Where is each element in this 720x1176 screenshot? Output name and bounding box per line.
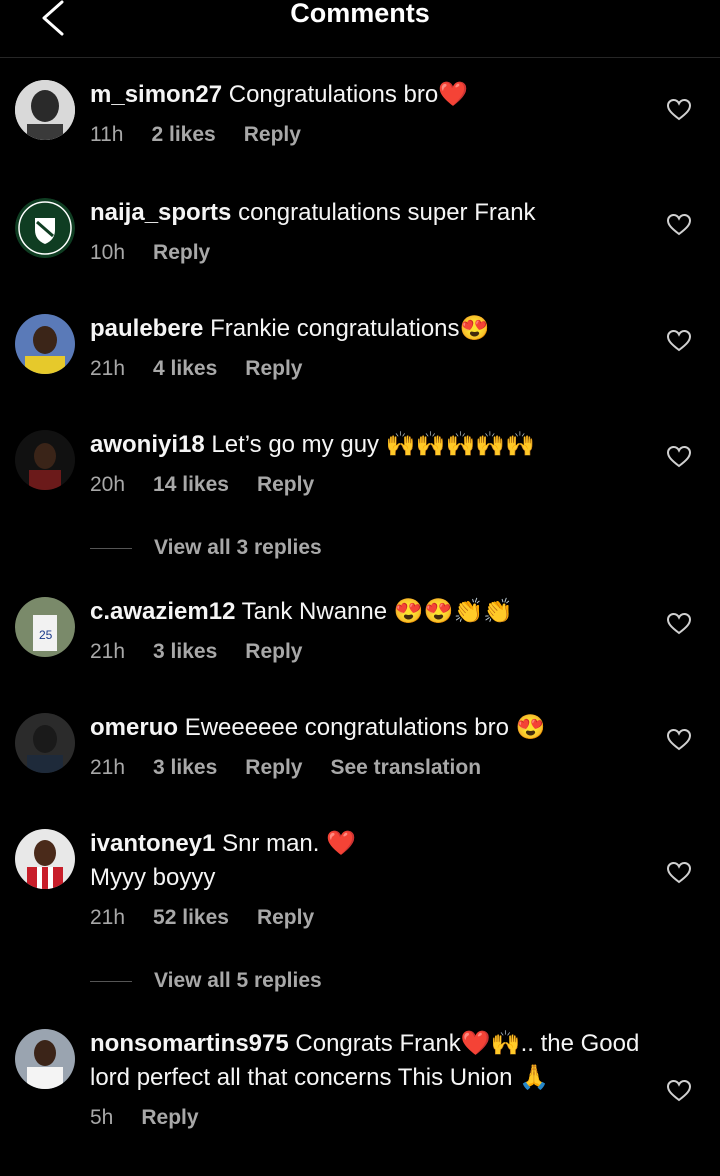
reply-button[interactable]: Reply xyxy=(245,357,302,380)
comment-text-line-2: Myyy boyyy xyxy=(90,864,216,891)
reply-button[interactable]: Reply xyxy=(257,906,314,929)
avatar[interactable]: 25 xyxy=(15,597,75,657)
avatar[interactable] xyxy=(15,314,75,374)
like-heart-icon[interactable] xyxy=(667,729,691,751)
view-replies-label[interactable]: View all 5 replies xyxy=(154,969,322,992)
comment-text: paulebere Frankie congratulations😍 xyxy=(90,312,650,346)
comment-time: 21h xyxy=(90,906,126,929)
view-replies-button[interactable]: View all 5 replies xyxy=(90,966,322,996)
comment-time: 21h xyxy=(90,357,126,380)
comment-username[interactable]: omeruo xyxy=(90,714,178,741)
like-heart-icon[interactable] xyxy=(667,330,691,352)
comment-username[interactable]: c.awaziem12 xyxy=(90,598,235,625)
comment-time: 21h xyxy=(90,640,126,663)
reply-button[interactable]: Reply xyxy=(257,473,314,496)
reply-button[interactable]: Reply xyxy=(141,1106,198,1129)
comment-text: awoniyi18 Let’s go my guy 🙌🙌🙌🙌🙌 xyxy=(90,428,650,462)
see-translation-button[interactable]: See translation xyxy=(330,756,481,779)
comment-body: congratulations super Frank xyxy=(238,199,536,226)
comment-username[interactable]: paulebere xyxy=(90,315,203,342)
comment-username[interactable]: nonsomartins975 xyxy=(90,1030,289,1057)
likes-count[interactable]: 3 likes xyxy=(153,756,217,779)
comment-text: m_simon27 Congratulations bro❤️ xyxy=(90,78,650,112)
comment-username[interactable]: naija_sports xyxy=(90,199,231,226)
comment-text: nonsomartins975 Congrats Frank❤️🙌.. the … xyxy=(90,1027,650,1095)
comment-body: Eweeeeee congratulations bro 😍 xyxy=(184,714,546,741)
avatar[interactable] xyxy=(15,829,75,889)
likes-count[interactable]: 14 likes xyxy=(153,473,229,496)
page-title: Comments xyxy=(290,0,430,28)
avatar[interactable] xyxy=(15,198,75,258)
reply-button[interactable]: Reply xyxy=(245,640,302,663)
comment-text: c.awaziem12 Tank Nwanne 😍😍👏👏 xyxy=(90,595,650,629)
replies-divider xyxy=(90,547,132,549)
avatar[interactable] xyxy=(15,713,75,773)
reply-button[interactable]: Reply xyxy=(244,123,301,146)
likes-count[interactable]: 2 likes xyxy=(151,123,215,146)
header-bar: Comments xyxy=(0,0,720,58)
comment-time: 5h xyxy=(90,1106,114,1129)
comment-time: 10h xyxy=(90,241,126,264)
comment-username[interactable]: ivantoney1 xyxy=(90,830,215,857)
comment-body: Tank Nwanne 😍😍👏👏 xyxy=(241,598,514,625)
svg-text:25: 25 xyxy=(39,628,53,642)
comment-time: 21h xyxy=(90,756,126,779)
comment-body: Congratulations bro❤️ xyxy=(228,81,469,108)
reply-button[interactable]: Reply xyxy=(153,241,210,264)
comment-text: omeruo Eweeeeee congratulations bro 😍 xyxy=(90,711,650,745)
like-heart-icon[interactable] xyxy=(667,862,691,884)
view-replies-label[interactable]: View all 3 replies xyxy=(154,536,322,559)
avatar[interactable] xyxy=(15,430,75,490)
comment-username[interactable]: awoniyi18 xyxy=(90,431,205,458)
likes-count[interactable]: 3 likes xyxy=(153,640,217,663)
like-heart-icon[interactable] xyxy=(667,99,691,121)
comment-time: 11h xyxy=(90,123,124,146)
comment-text: naija_sports congratulations super Frank xyxy=(90,196,650,230)
like-heart-icon[interactable] xyxy=(667,446,691,468)
likes-count[interactable]: 52 likes xyxy=(153,906,229,929)
avatar[interactable] xyxy=(15,1029,75,1089)
likes-count[interactable]: 4 likes xyxy=(153,357,217,380)
view-replies-button[interactable]: View all 3 replies xyxy=(90,533,322,563)
comment-text: ivantoney1 Snr man. ❤️ xyxy=(90,827,650,861)
replies-divider xyxy=(90,980,132,982)
like-heart-icon[interactable] xyxy=(667,214,691,236)
comment-body: Let’s go my guy 🙌🙌🙌🙌🙌 xyxy=(211,431,536,458)
comment-time: 20h xyxy=(90,473,126,496)
like-heart-icon[interactable] xyxy=(667,613,691,635)
avatar[interactable] xyxy=(15,80,75,140)
comment-body: Snr man. ❤️ xyxy=(222,830,356,857)
like-heart-icon[interactable] xyxy=(667,1080,691,1102)
comment-body: Frankie congratulations😍 xyxy=(210,315,490,342)
comment-username[interactable]: m_simon27 xyxy=(90,81,222,108)
reply-button[interactable]: Reply xyxy=(245,756,302,779)
